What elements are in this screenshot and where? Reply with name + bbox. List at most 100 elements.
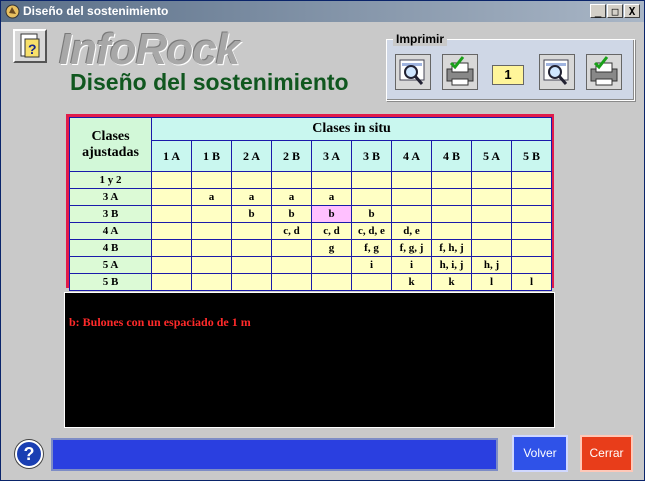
table-cell[interactable] <box>311 256 352 274</box>
table-cell[interactable] <box>351 171 392 189</box>
table-cell[interactable]: b <box>271 205 312 223</box>
table-cell[interactable] <box>271 256 312 274</box>
table-row: 3 Aaaaa <box>69 188 553 206</box>
table-cell[interactable]: h, j <box>471 256 512 274</box>
table-cell[interactable] <box>191 273 232 291</box>
table-cell[interactable]: f, h, j <box>431 239 472 257</box>
table-cell[interactable]: c, d, e <box>351 222 392 240</box>
row-label: 5 B <box>69 273 152 291</box>
table-cell[interactable] <box>471 222 512 240</box>
table-cell[interactable] <box>271 239 312 257</box>
document-question-icon: ? <box>20 33 40 58</box>
table-cell[interactable] <box>311 273 352 291</box>
table-cell[interactable] <box>231 256 272 274</box>
table-cell[interactable] <box>510 188 553 206</box>
title-bar[interactable]: Diseño del sostenimiento _ □ X <box>1 1 644 22</box>
table-cell[interactable] <box>391 171 432 189</box>
print-group-label: Imprimir <box>393 32 448 46</box>
app-icon <box>5 4 20 19</box>
table-cell[interactable] <box>271 273 312 291</box>
column-header: 4 B <box>431 140 472 172</box>
table-cell[interactable]: b <box>231 205 272 223</box>
table-cell[interactable] <box>151 188 192 206</box>
table-cell[interactable] <box>510 256 553 274</box>
table-cell[interactable] <box>151 239 192 257</box>
table-cell[interactable]: c, d <box>311 222 352 240</box>
table-cell[interactable] <box>151 222 192 240</box>
print-button[interactable] <box>442 54 478 90</box>
table-cell[interactable] <box>191 222 232 240</box>
table-cell[interactable] <box>510 205 553 223</box>
copies-input[interactable]: 1 <box>492 65 524 85</box>
table-cell[interactable] <box>471 205 512 223</box>
volver-button[interactable]: Volver <box>512 435 568 472</box>
column-header: 2 A <box>231 140 272 172</box>
table-cell[interactable] <box>510 239 553 257</box>
table-cell[interactable]: k <box>431 273 472 291</box>
table-cell[interactable]: g <box>311 239 352 257</box>
table-cell[interactable] <box>510 222 553 240</box>
table-cell[interactable]: f, g, j <box>391 239 432 257</box>
table-cell[interactable] <box>510 171 553 189</box>
print-preview-button[interactable] <box>395 54 431 90</box>
table-cell[interactable] <box>351 273 392 291</box>
table-cell[interactable] <box>351 188 392 206</box>
table-cell[interactable]: a <box>311 188 352 206</box>
close-button[interactable]: X <box>624 4 640 18</box>
table-cell[interactable] <box>431 205 472 223</box>
table-cell[interactable]: b <box>311 205 352 223</box>
table-row: 5 Bkkll <box>69 273 553 291</box>
minimize-button[interactable]: _ <box>590 4 606 18</box>
row-label: 4 A <box>69 222 152 240</box>
table-cell[interactable]: a <box>231 188 272 206</box>
table-cell[interactable]: a <box>191 188 232 206</box>
table-cell[interactable] <box>231 222 272 240</box>
row-label: 4 B <box>69 239 152 257</box>
table-cell[interactable]: l <box>471 273 512 291</box>
table-cell[interactable] <box>191 205 232 223</box>
row-label: 1 y 2 <box>69 171 152 189</box>
table-cell[interactable] <box>231 239 272 257</box>
column-header: 5 A <box>471 140 512 172</box>
table-cell[interactable]: l <box>510 273 553 291</box>
table-cell[interactable] <box>271 171 312 189</box>
table-cell[interactable]: i <box>391 256 432 274</box>
document-help-button[interactable]: ? <box>13 29 47 63</box>
table-cell[interactable] <box>391 205 432 223</box>
maximize-button[interactable]: □ <box>607 4 623 18</box>
table-cell[interactable] <box>431 188 472 206</box>
table-cell[interactable]: d, e <box>391 222 432 240</box>
table-cell[interactable] <box>431 171 472 189</box>
table-cell[interactable] <box>191 171 232 189</box>
table-cell[interactable] <box>151 256 192 274</box>
table-cell[interactable] <box>471 171 512 189</box>
table-cell[interactable] <box>151 205 192 223</box>
table-cell[interactable] <box>471 188 512 206</box>
table-cell[interactable] <box>191 239 232 257</box>
table-cell[interactable]: c, d <box>271 222 312 240</box>
table-cell[interactable] <box>191 256 232 274</box>
table-cell[interactable]: i <box>351 256 392 274</box>
print-preview-button-2[interactable] <box>539 54 575 90</box>
column-header: 1 A <box>151 140 192 172</box>
table-cell[interactable] <box>311 171 352 189</box>
table-cell[interactable] <box>231 171 272 189</box>
table-cell[interactable] <box>151 171 192 189</box>
table-cell[interactable]: f, g <box>351 239 392 257</box>
print-button-2[interactable] <box>586 54 622 90</box>
table-cell[interactable] <box>151 273 192 291</box>
table-cell[interactable]: h, i, j <box>431 256 472 274</box>
table-cell[interactable]: a <box>271 188 312 206</box>
row-label: 3 A <box>69 188 152 206</box>
table-cell[interactable] <box>391 188 432 206</box>
table-cell[interactable] <box>231 273 272 291</box>
table-cell[interactable] <box>471 239 512 257</box>
cerrar-button[interactable]: Cerrar <box>580 435 633 472</box>
table-cell[interactable]: b <box>351 205 392 223</box>
table-cell[interactable] <box>431 222 472 240</box>
column-header: 4 A <box>391 140 432 172</box>
table-cell[interactable]: k <box>391 273 432 291</box>
app-window: Diseño del sostenimiento _ □ X ? InfoRoc… <box>0 0 645 481</box>
help-button[interactable]: ? <box>15 440 43 468</box>
window-title: Diseño del sostenimiento <box>23 4 169 18</box>
